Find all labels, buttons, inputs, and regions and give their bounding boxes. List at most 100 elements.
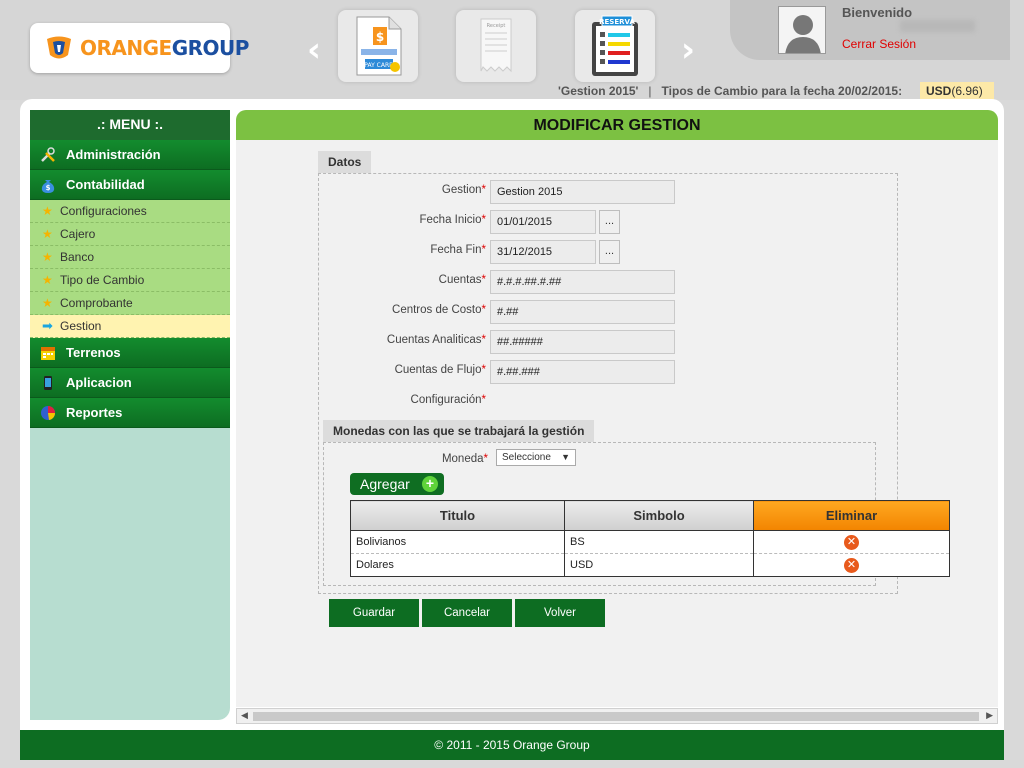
sidebar-group-administracion[interactable]: Administración: [30, 140, 230, 170]
sidebar-item-label: Banco: [60, 250, 95, 264]
moneda-select[interactable]: Seleccione ▼: [496, 449, 576, 466]
table-row: Bolivianos BS ✕: [350, 530, 950, 554]
column-header-titulo[interactable]: Titulo: [350, 500, 565, 531]
reserva-checklist-icon: RESERVA: [592, 15, 638, 76]
cell-simbolo: USD: [564, 553, 754, 577]
tools-icon: [40, 146, 56, 163]
dropdown-arrow-icon: ▼: [561, 452, 570, 462]
star-icon: ★: [42, 250, 53, 264]
sidebar-item-banco[interactable]: ★ Banco: [30, 246, 230, 269]
svg-text:Receipt: Receipt: [487, 23, 506, 29]
fecha-fin-picker-button[interactable]: ...: [599, 240, 620, 264]
cuentas-analiticas-input[interactable]: ##.#####: [490, 330, 675, 354]
sidebar-group-label: Terrenos: [66, 345, 121, 360]
fecha-fin-input[interactable]: 31/12/2015: [490, 240, 596, 264]
sidebar-group-aplicacion[interactable]: Aplicacion: [30, 368, 230, 398]
cuentas-analiticas-label: Cuentas Analiticas*: [386, 334, 486, 346]
sidebar-item-configuraciones[interactable]: ★ Configuraciones: [30, 200, 230, 223]
current-gestion: 'Gestion 2015': [558, 84, 639, 98]
cancelar-button[interactable]: Cancelar: [422, 599, 512, 627]
username-redacted: [900, 20, 975, 32]
cell-titulo: Dolares: [350, 553, 565, 577]
fecha-fin-label: Fecha Fin*: [430, 244, 486, 256]
phone-icon: [40, 375, 56, 391]
sidebar-item-tipo-de-cambio[interactable]: ★ Tipo de Cambio: [30, 269, 230, 292]
configuracion-label: Configuración*: [410, 394, 486, 406]
svg-text:PAY CARD: PAY CARD: [364, 62, 394, 69]
fecha-inicio-picker-button[interactable]: ...: [599, 210, 620, 234]
agregar-label: Agregar: [360, 476, 410, 492]
page-title: MODIFICAR GESTION: [236, 110, 998, 140]
cuentas-input[interactable]: #.#.#.##.#.##: [490, 270, 675, 294]
volver-button[interactable]: Volver: [515, 599, 605, 627]
sidebar-item-cajero[interactable]: ★ Cajero: [30, 223, 230, 246]
user-avatar-icon: [779, 7, 825, 53]
centros-costo-input[interactable]: #.##: [490, 300, 675, 324]
star-icon: ★: [42, 204, 53, 218]
next-arrow-icon[interactable]: ›: [676, 33, 700, 67]
svg-text:$: $: [376, 30, 384, 44]
guardar-button[interactable]: Guardar: [329, 599, 419, 627]
info-bar: 'Gestion 2015' | Tipos de Cambio para la f…: [558, 84, 902, 98]
svg-text:$: $: [46, 184, 51, 192]
monedas-table: Titulo Simbolo Eliminar Bolivianos BS ✕ …: [350, 500, 950, 577]
star-icon: ★: [42, 227, 53, 241]
header: ORANGEGROUP ‹ $ PAY CARD Receipt RESERVA…: [0, 0, 1024, 100]
star-icon: ★: [42, 273, 53, 287]
column-header-simbolo[interactable]: Simbolo: [564, 500, 754, 531]
cell-eliminar: ✕: [753, 553, 950, 577]
quick-tile-receipt[interactable]: Receipt: [456, 10, 536, 82]
quick-tile-reserva[interactable]: RESERVA: [575, 10, 655, 82]
cuentas-flujo-input[interactable]: #.##.###: [490, 360, 675, 384]
scroll-left-icon[interactable]: ◀: [241, 710, 248, 721]
datos-tab: Datos: [318, 151, 372, 173]
scrollbar-thumb[interactable]: [253, 712, 979, 721]
prev-arrow-icon[interactable]: ‹: [302, 33, 326, 67]
money-bag-icon: $: [40, 177, 56, 193]
cuentas-flujo-label: Cuentas de Flujo*: [394, 364, 486, 376]
welcome-text: Bienvenido: [842, 5, 913, 20]
agregar-button[interactable]: Agregar +: [350, 473, 444, 495]
logo-wordmark: ORANGEGROUP: [80, 36, 249, 60]
sidebar: .: MENU :. Administración $ Contabilidad…: [30, 110, 230, 720]
fecha-inicio-label: Fecha Inicio*: [419, 214, 487, 226]
sidebar-group-contabilidad[interactable]: $ Contabilidad: [30, 170, 230, 200]
monedas-tab: Monedas con las que se trabajará la gest…: [323, 420, 595, 442]
cell-eliminar: ✕: [753, 530, 950, 554]
gestion-label: Gestion*: [441, 184, 486, 196]
sidebar-group-label: Contabilidad: [66, 177, 145, 192]
receipt-icon: Receipt: [480, 18, 512, 73]
sidebar-group-terrenos[interactable]: Terrenos: [30, 338, 230, 368]
sidebar-item-comprobante[interactable]: ★ Comprobante: [30, 292, 230, 315]
arrow-right-icon: ➡: [42, 318, 53, 333]
sidebar-item-gestion[interactable]: ➡ Gestion: [30, 315, 230, 338]
centros-costo-label: Centros de Costo*: [392, 304, 486, 316]
sidebar-item-label: Gestion: [60, 319, 102, 333]
moneda-select-value: Seleccione: [502, 452, 551, 463]
calendar-icon: [40, 345, 56, 361]
svg-text:RESERVA: RESERVA: [599, 18, 635, 26]
orange-group-logo-icon: [44, 35, 74, 61]
gestion-input[interactable]: Gestion 2015: [490, 180, 675, 204]
horizontal-scrollbar[interactable]: ◀ ▶: [236, 708, 998, 724]
delete-icon[interactable]: ✕: [844, 557, 859, 573]
fecha-inicio-input[interactable]: 01/01/2015: [490, 210, 596, 234]
cuentas-label: Cuentas*: [438, 274, 486, 286]
cell-simbolo: BS: [564, 530, 754, 554]
separator: |: [648, 84, 652, 98]
sidebar-group-label: Administración: [66, 147, 161, 162]
sidebar-group-reportes[interactable]: Reportes: [30, 398, 230, 428]
table-row: Dolares USD ✕: [350, 553, 950, 577]
avatar: [778, 6, 826, 54]
sidebar-item-label: Tipo de Cambio: [60, 273, 145, 287]
usd-rate-badge: USD(6.96): [920, 82, 994, 100]
moneda-label: Moneda*: [441, 453, 488, 465]
logout-link[interactable]: Cerrar Sesión: [842, 37, 916, 51]
menu-title: .: MENU :.: [30, 110, 230, 140]
logo[interactable]: ORANGEGROUP: [30, 23, 249, 73]
quick-tile-pay-card[interactable]: $ PAY CARD: [338, 10, 418, 82]
scroll-right-icon[interactable]: ▶: [986, 710, 993, 721]
exchange-label: Tipos de Cambio para la fecha 20/02/2015…: [661, 84, 903, 98]
footer: © 2011 - 2015 Orange Group: [20, 730, 1004, 760]
delete-icon[interactable]: ✕: [844, 534, 859, 550]
